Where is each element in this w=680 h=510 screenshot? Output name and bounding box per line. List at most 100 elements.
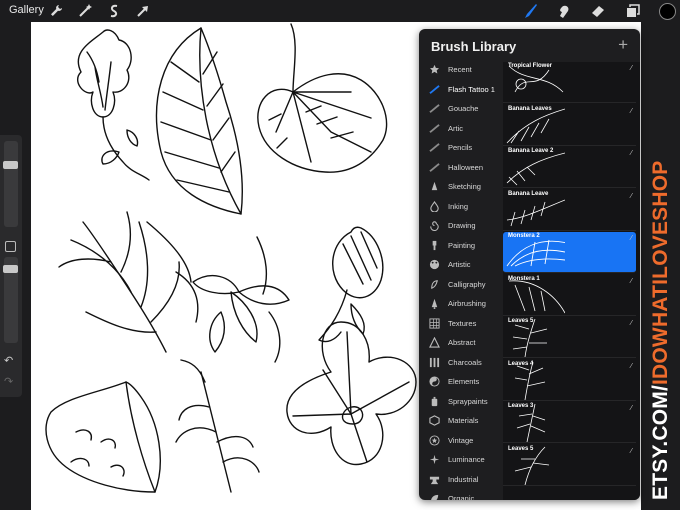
brush-item[interactable]: Leaves 4 ⁄ [503, 360, 636, 401]
brush-set-label: Pencils [448, 143, 473, 152]
brush-set-list: Recent Flash Tattoo 1 Gouache Artic Pencils H… [419, 60, 503, 500]
brush-set-label: Textures [448, 318, 477, 328]
brush-set-label: Inking [448, 201, 469, 211]
brush-set-label: Elements [448, 377, 480, 386]
brush-set-item[interactable]: Artistic [419, 255, 503, 274]
brush-item[interactable]: Monstera 1 ⁄ [503, 275, 636, 316]
brush-set-label: Organic [448, 494, 475, 500]
brush-stroke-icon [428, 83, 440, 95]
brush-set-label: Airbrushing [448, 299, 486, 308]
brush-set-item[interactable]: Gouache [419, 99, 503, 118]
brush-set-item[interactable]: Vintage [419, 431, 503, 450]
paint-brush-icon [428, 239, 440, 251]
brush-item[interactable]: Banana Leave ⁄ [503, 190, 636, 231]
brush-set-label: Abstract [448, 338, 476, 347]
brush-set-item[interactable]: Spraypaints [419, 392, 503, 411]
brush-set-label: Calligraphy [448, 279, 486, 289]
opacity-slider[interactable] [3, 257, 18, 343]
brush-indicator-icon: ⁄ [630, 447, 632, 455]
brush-set-item[interactable]: Materials [419, 411, 503, 430]
pencil-tip-icon [428, 181, 440, 193]
brush-name: Monstera 2 [508, 233, 540, 239]
brush-indicator-icon: ⁄ [630, 192, 632, 200]
gallery-button[interactable]: Gallery [9, 4, 44, 16]
brush-item[interactable]: Tropical Flower ⁄ [503, 62, 636, 103]
brush-set-item[interactable]: Halloween [419, 158, 503, 177]
magic-wand-icon[interactable] [77, 3, 93, 19]
brush-item[interactable]: Banana Leave 2 ⁄ [503, 147, 636, 188]
top-toolbar: Gallery [0, 0, 680, 22]
brush-set-label: Recent [448, 65, 472, 74]
brush-set-label: Painting [448, 240, 476, 250]
brush-set-item[interactable]: Textures [419, 314, 503, 333]
brush-set-item[interactable]: Airbrushing [419, 294, 503, 313]
brush-set-label: Artistic [448, 260, 471, 269]
smudge-icon[interactable] [556, 3, 572, 19]
brush-set-item[interactable]: Artic [419, 119, 503, 138]
brush-item[interactable]: Leaves 5 ⁄ [503, 445, 636, 486]
color-picker-button[interactable] [659, 3, 676, 20]
brush-name: Tropical Flower [508, 63, 553, 69]
brush-name: Monstera 1 [508, 275, 540, 282]
eraser-icon[interactable] [590, 3, 606, 19]
brush-indicator-icon: ⁄ [630, 405, 632, 412]
cube-icon [428, 415, 440, 427]
brush-item[interactable]: Leaves 3 ⁄ [503, 402, 636, 443]
redo-icon[interactable]: ↷ [4, 375, 13, 388]
palette-icon [428, 259, 440, 271]
brush-set-item[interactable]: Elements [419, 372, 503, 391]
brush-name: Leaves 4 [508, 360, 534, 367]
brush-set-item[interactable]: Flash Tattoo 1 [419, 80, 503, 99]
brush-set-label: Gouache [448, 104, 479, 113]
brush-item[interactable]: Monstera 2 ⁄ [503, 232, 636, 273]
brush-name: Banana Leave 2 [508, 148, 554, 154]
brush-list: Tropical Flower ⁄ Banana Leaves ⁄ Banana Lea… [503, 62, 640, 500]
brush-item[interactable]: Banana Leaves ⁄ [503, 105, 636, 146]
brush-icon[interactable] [522, 3, 538, 19]
brush-set-label: Halloween [448, 162, 484, 172]
left-sidebar: ↶ ↷ [0, 135, 22, 397]
brush-set-item[interactable]: Industrial [419, 470, 503, 489]
brush-indicator-icon: ⁄ [630, 65, 632, 72]
opacity-knob[interactable] [3, 265, 18, 273]
brush-set-label: Luminance [448, 455, 485, 464]
brush-set-label: Spraypaints [448, 396, 488, 406]
brush-set-label: Drawing [448, 221, 476, 230]
brush-stroke-icon [428, 122, 440, 134]
modify-button[interactable] [5, 241, 16, 252]
brush-name: Leaves 5 [508, 318, 534, 324]
brush-name: Leaves 3 [508, 403, 534, 409]
sparkle-icon [428, 454, 440, 466]
selection-icon[interactable] [106, 3, 122, 19]
brush-size-slider[interactable] [3, 141, 18, 227]
brush-stroke-icon [428, 161, 440, 173]
brush-set-item[interactable]: Calligraphy [419, 275, 503, 294]
brush-set-item[interactable]: Drawing [419, 216, 503, 235]
brush-indicator-icon: ⁄ [630, 107, 632, 115]
undo-icon[interactable]: ↶ [4, 354, 13, 367]
add-brush-set-button[interactable]: + [618, 36, 628, 53]
wrench-icon[interactable] [48, 3, 64, 19]
transform-arrow-icon[interactable] [135, 3, 151, 19]
brush-set-item[interactable]: Luminance [419, 450, 503, 469]
spray-can-icon [428, 395, 440, 407]
brush-set-label: Charcoals [448, 357, 482, 367]
brush-set-item[interactable]: Painting [419, 236, 503, 255]
brush-name: Leaves 5 [508, 445, 534, 452]
brush-set-item[interactable]: Sketching [419, 177, 503, 196]
brush-set-item[interactable]: Pencils [419, 138, 503, 157]
brush-set-item[interactable]: Recent [419, 60, 503, 79]
brush-set-label: Industrial [448, 474, 479, 484]
brush-item[interactable]: Leaves 5 ⁄ [503, 317, 636, 358]
brush-set-item[interactable]: Organic [419, 489, 503, 500]
layers-icon[interactable] [625, 3, 641, 19]
brush-size-knob[interactable] [3, 161, 18, 169]
brush-indicator-icon: ⁄ [630, 320, 632, 327]
calligraphy-icon [428, 278, 440, 290]
brush-set-item[interactable]: Inking [419, 197, 503, 216]
brush-set-item[interactable]: Charcoals [419, 353, 503, 372]
panel-title: Brush Library [431, 39, 517, 54]
brush-set-item[interactable]: Abstract [419, 333, 503, 352]
brush-indicator-icon: ⁄ [630, 362, 632, 370]
star-icon [428, 64, 440, 76]
